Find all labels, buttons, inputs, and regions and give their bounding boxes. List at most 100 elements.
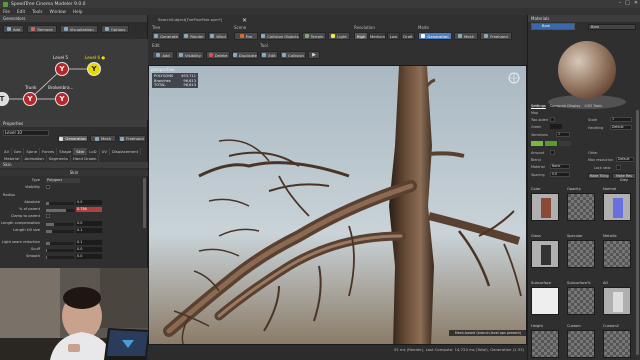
mode-generation-button[interactable]: Generation	[418, 32, 452, 40]
mat-scale-field[interactable]: 1	[610, 117, 632, 122]
3d-viewport[interactable]: perspective POLYGONS 493,711 Branches 96,6…	[148, 65, 527, 345]
properties-scrollbar[interactable]	[143, 178, 146, 228]
resolution-draft-button[interactable]: Draft	[401, 32, 415, 40]
tex-opacity-slot[interactable]	[567, 193, 595, 221]
light-button[interactable]: Light	[328, 32, 350, 40]
tab-shape[interactable]: Shape	[57, 148, 75, 155]
tab-segments[interactable]: Segments	[47, 155, 71, 162]
prop-clamp-parent-checkbox[interactable]	[46, 214, 50, 218]
mat-handling-select[interactable]: Default	[610, 125, 632, 130]
tex-specular-slot[interactable]	[567, 240, 595, 268]
menu-window[interactable]: Window	[49, 9, 66, 14]
tab-animation[interactable]: Animation	[22, 155, 47, 162]
prop-percent-parent-slider[interactable]	[46, 208, 74, 212]
resolution-high-button[interactable]: High	[354, 32, 368, 40]
prop-percent-parent-value[interactable]: 0.736	[76, 207, 102, 212]
tex-subsurface-slot[interactable]	[531, 287, 559, 315]
prop-generation-button[interactable]: Generation	[58, 135, 88, 142]
mat-color-swatch-1[interactable]	[531, 141, 543, 146]
mat-variations-field[interactable]: 1	[556, 132, 570, 137]
material-list[interactable]: Bark	[531, 23, 575, 30]
play-button[interactable]: ▶	[308, 51, 320, 59]
add-generator-button[interactable]: Add	[3, 25, 25, 33]
tex-metallic-slot[interactable]	[603, 240, 631, 268]
mat-spacing-field[interactable]: 0.0	[550, 172, 570, 177]
edit-visibility-button[interactable]: Visibility	[176, 51, 204, 59]
visualization-button[interactable]: Visualization	[59, 25, 98, 33]
tool-collision-button[interactable]: Collision	[280, 51, 306, 59]
prop-length-kill-value[interactable]: 0.1	[76, 228, 102, 233]
tab-forces[interactable]: Forces	[40, 148, 58, 155]
prop-visibility-checkbox[interactable]	[46, 185, 50, 189]
minimize-button[interactable]: –	[619, 0, 622, 6]
generator-name-field[interactable]: Level 10	[3, 130, 49, 136]
mode-mesh-button[interactable]: Mesh	[454, 32, 478, 40]
close-button[interactable]: ✕	[634, 0, 638, 6]
prop-smooth-value[interactable]: 0.0	[76, 254, 102, 259]
mat-two-sided-checkbox[interactable]	[550, 117, 555, 122]
tab-hand-drawn[interactable]: Hand Drawn	[71, 155, 100, 162]
collision-objects-button[interactable]: Collision Objects	[260, 32, 300, 40]
tool-edit-button[interactable]: Edit	[260, 51, 278, 59]
generate-button[interactable]: Generate	[152, 32, 180, 40]
tex-normal-slot[interactable]	[603, 193, 631, 221]
resolution-low-button[interactable]: Low	[387, 32, 400, 40]
mode-freehand-button[interactable]: Freehand	[480, 32, 512, 40]
mat-color-swatch-2[interactable]	[545, 141, 557, 146]
make-tiling-button[interactable]: Make Tiling	[588, 173, 610, 179]
mat-color-swatch-3[interactable]	[559, 141, 571, 146]
node-trunk[interactable]: Y	[23, 92, 37, 106]
render-button[interactable]: Render	[182, 32, 206, 40]
tab-material-settings[interactable]: Settings	[531, 104, 546, 108]
prop-scuff-slider[interactable]	[46, 248, 74, 252]
mat-material-select[interactable]: None	[550, 164, 570, 169]
tab-lod[interactable]: LoD	[87, 148, 100, 155]
tab-lod-tools[interactable]: LOD Tools	[585, 104, 602, 108]
wind-button[interactable]: Wind	[208, 32, 228, 40]
tab-material[interactable]: Material	[2, 155, 23, 162]
mat-lock-ratio-checkbox[interactable]	[616, 165, 621, 170]
prop-freehand-button[interactable]: Freehand	[118, 135, 146, 142]
tab-displacement[interactable]: Displacement	[110, 148, 142, 155]
material-dropdown[interactable]: Bark	[588, 24, 636, 30]
resolution-medium-button[interactable]: Medium	[369, 32, 386, 40]
section-skin[interactable]: Skin	[0, 162, 148, 168]
menu-tools[interactable]: Tools	[32, 9, 42, 14]
tex-height-slot[interactable]	[531, 330, 559, 358]
tab-gen[interactable]: Gen	[12, 148, 25, 155]
edit-delete-button[interactable]: Delete	[206, 51, 230, 59]
menu-edit[interactable]: Edit	[17, 9, 25, 14]
options-button[interactable]: Options	[100, 25, 130, 33]
tab-uv[interactable]: UV	[100, 148, 110, 155]
prop-length-compensation-value[interactable]: 0.0	[76, 221, 102, 226]
prop-mesh-button[interactable]: Mesh	[90, 135, 116, 142]
remove-generator-button[interactable]: Remove	[27, 25, 57, 33]
node-level5[interactable]: Y	[55, 62, 69, 76]
prop-length-compensation-slider[interactable]	[46, 222, 74, 226]
generator-graph[interactable]: Level 5 Y Level 6 ● Y Trunk Y Brokenbra.…	[0, 39, 148, 120]
prop-smooth-slider[interactable]	[46, 255, 74, 259]
tab-compute-display[interactable]: Compute Display	[550, 104, 581, 108]
tex-ao-slot[interactable]	[603, 287, 631, 315]
tab-spine[interactable]: Spine	[24, 148, 41, 155]
prop-light-seam-slider[interactable]	[46, 241, 74, 245]
tex-gloss-slot[interactable]	[531, 240, 559, 268]
prop-absolute-value[interactable]: 0.0	[76, 200, 102, 205]
fire-button[interactable]: Fire	[234, 32, 258, 40]
prop-absolute-slider[interactable]	[46, 201, 74, 205]
close-file-icon[interactable]: ✕	[242, 17, 247, 24]
edit-duplicate-button[interactable]: Duplicate	[232, 51, 258, 59]
node-level6[interactable]: Y	[87, 62, 101, 76]
tab-all[interactable]: All	[2, 148, 12, 155]
mat-green-swatch[interactable]	[550, 124, 562, 129]
tex-custom-slot[interactable]	[567, 330, 595, 358]
prop-scuff-value[interactable]: 0.0	[76, 247, 102, 252]
node-brokenbranch[interactable]: Y	[55, 92, 69, 106]
materials-scrollbar[interactable]	[636, 110, 639, 355]
prop-length-kill-slider[interactable]	[46, 229, 74, 233]
prop-type-select[interactable]: Polygons	[46, 178, 80, 183]
tab-skin[interactable]: Skin	[74, 148, 88, 155]
make-res-grey-button[interactable]: Make Res Grey	[612, 173, 636, 182]
mat-amount-checkbox[interactable]	[550, 150, 555, 155]
prop-light-seam-value[interactable]: 0.1	[76, 240, 102, 245]
